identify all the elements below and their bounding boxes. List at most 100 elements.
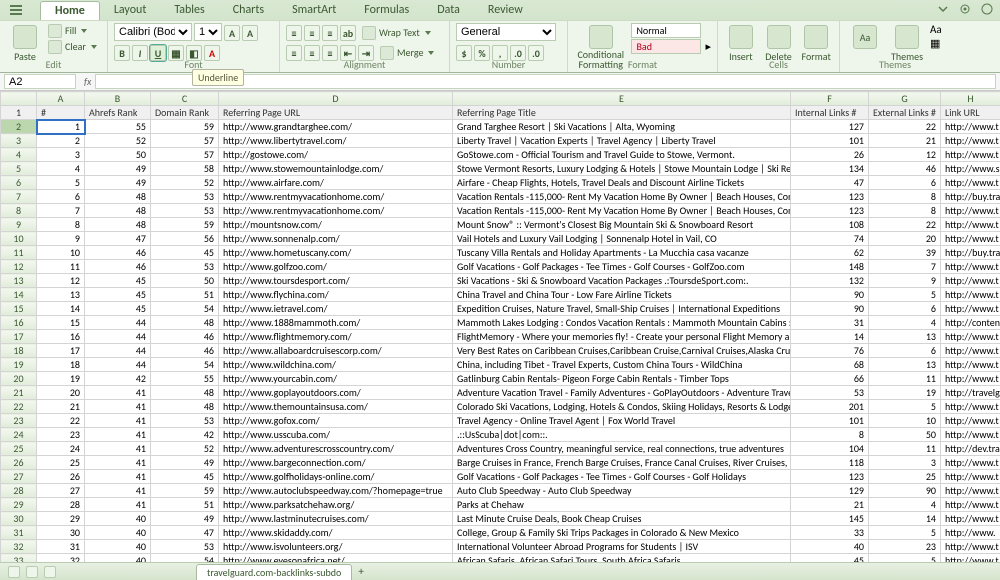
cell[interactable]: 46 [151, 330, 219, 344]
cell[interactable]: 26 [791, 148, 869, 162]
cell[interactable]: 53 [151, 260, 219, 274]
font-name-select[interactable]: Calibri (Body) [114, 23, 192, 41]
cell[interactable]: 134 [791, 162, 869, 176]
cell[interactable]: 28 [37, 498, 85, 512]
cell[interactable]: 127 [791, 120, 869, 134]
cell[interactable]: 11 [869, 442, 941, 456]
style-bad[interactable]: Bad [631, 39, 701, 54]
cell[interactable]: http://www.hometuscany.com/ [219, 246, 453, 260]
cell[interactable]: 19 [869, 386, 941, 400]
cell[interactable]: 1 [37, 120, 85, 134]
cell[interactable]: 53 [151, 414, 219, 428]
cell[interactable]: 123 [791, 204, 869, 218]
cell[interactable]: 108 [791, 218, 869, 232]
decrease-font-icon[interactable]: A [242, 25, 258, 41]
cell[interactable]: http://www.t [941, 302, 1000, 316]
cell[interactable]: http://www.t [941, 512, 1000, 526]
cell[interactable]: http://www.t [941, 260, 1000, 274]
cell[interactable]: 8 [791, 428, 869, 442]
cell[interactable]: http://www.t [941, 484, 1000, 498]
cell[interactable]: 10 [37, 246, 85, 260]
cell[interactable]: 40 [85, 526, 151, 540]
cell[interactable]: http://buy.tra [941, 246, 1000, 260]
cell[interactable]: http://www.t [941, 414, 1000, 428]
cell[interactable]: 123 [791, 190, 869, 204]
cell[interactable]: http://www.s [941, 162, 1000, 176]
cell[interactable]: 54 [151, 302, 219, 316]
cell[interactable]: College, Group & Family Ski Trips Packag… [453, 526, 791, 540]
cell[interactable]: 24 [37, 442, 85, 456]
cell[interactable]: Colorado Ski Vacations, Lodging, Hotels … [453, 400, 791, 414]
cell[interactable]: http://www.golfzoo.com/ [219, 260, 453, 274]
cell[interactable]: Vail Hotels and Luxury Vail Lodging | So… [453, 232, 791, 246]
cell[interactable]: http://www.t [941, 288, 1000, 302]
row-header[interactable]: 6 [1, 176, 37, 190]
row-header[interactable]: 13 [1, 274, 37, 288]
cell[interactable]: Golf Vacations - Golf Packages - Tee Tim… [453, 260, 791, 274]
row-header[interactable]: 29 [1, 498, 37, 512]
cell[interactable]: 48 [151, 316, 219, 330]
cell[interactable]: 53 [151, 204, 219, 218]
cell[interactable]: http://www.t [941, 498, 1000, 512]
cell[interactable]: http://travelg [941, 386, 1000, 400]
row-header[interactable]: 25 [1, 442, 37, 456]
cell[interactable]: 13 [37, 288, 85, 302]
cell[interactable]: 5 [869, 288, 941, 302]
cell[interactable]: http://mountsnow.com/ [219, 218, 453, 232]
cell[interactable]: 19 [37, 372, 85, 386]
orientation-icon[interactable]: ab [340, 25, 356, 41]
cell[interactable]: http://www.t [941, 330, 1000, 344]
themes-aa-button[interactable]: Aa [846, 23, 884, 50]
align-top-icon[interactable]: ≡ [286, 25, 302, 41]
cell[interactable]: 44 [85, 316, 151, 330]
format-button[interactable]: Format [799, 23, 833, 63]
cell[interactable]: 90 [791, 288, 869, 302]
cell[interactable]: 40 [791, 540, 869, 554]
cell[interactable]: 145 [791, 512, 869, 526]
cell[interactable]: 52 [151, 442, 219, 456]
cell[interactable]: 123 [791, 470, 869, 484]
cell[interactable]: 59 [151, 218, 219, 232]
cell[interactable]: 41 [85, 484, 151, 498]
cell[interactable]: http://www.golfholidays-online.com/ [219, 470, 453, 484]
themes-button[interactable]: Themes [888, 23, 926, 63]
cell[interactable]: http://www.t [941, 232, 1000, 246]
cell[interactable]: 148 [791, 260, 869, 274]
cell[interactable]: .::UsScuba|dot|com::. [453, 428, 791, 442]
cell[interactable]: 53 [791, 386, 869, 400]
select-all-corner[interactable] [1, 92, 37, 106]
cell[interactable]: 44 [85, 330, 151, 344]
cell[interactable]: 5 [869, 400, 941, 414]
cell[interactable]: http://www.yourcabin.com/ [219, 372, 453, 386]
cell[interactable]: 51 [151, 498, 219, 512]
cell[interactable]: 55 [85, 120, 151, 134]
cell[interactable]: 45 [85, 288, 151, 302]
cell[interactable]: Liberty Travel | Vacation Experts | Trav… [453, 134, 791, 148]
cell[interactable]: 22 [37, 414, 85, 428]
cell[interactable]: Travel Agency - Online Travel Agent | Fo… [453, 414, 791, 428]
cell[interactable]: 4 [869, 498, 941, 512]
cell[interactable]: Vacation Rentals -115,000- Rent My Vacat… [453, 204, 791, 218]
cell[interactable]: 41 [85, 386, 151, 400]
row-header[interactable]: 27 [1, 470, 37, 484]
cell[interactable]: 50 [869, 428, 941, 442]
cell[interactable]: 46 [85, 260, 151, 274]
col-header-D[interactable]: D [219, 92, 453, 106]
row-header[interactable]: 10 [1, 232, 37, 246]
row-header[interactable]: 28 [1, 484, 37, 498]
cell[interactable]: Tuscany Villa Rentals and Holiday Apartm… [453, 246, 791, 260]
style-normal[interactable]: Normal [631, 23, 701, 38]
row-header[interactable]: 3 [1, 134, 37, 148]
cell[interactable]: http://www.skidaddy.com/ [219, 526, 453, 540]
row-header[interactable]: 9 [1, 218, 37, 232]
cell[interactable]: http://www.t [941, 428, 1000, 442]
cell[interactable]: 33 [791, 526, 869, 540]
cell[interactable]: 6 [869, 344, 941, 358]
align-middle-icon[interactable]: ≡ [304, 25, 320, 41]
cell[interactable]: 45 [151, 246, 219, 260]
row-header[interactable]: 23 [1, 414, 37, 428]
cell[interactable]: 8 [869, 204, 941, 218]
cell[interactable]: http://www. [941, 526, 1000, 540]
cell[interactable]: 41 [85, 428, 151, 442]
cell[interactable]: 13 [869, 358, 941, 372]
